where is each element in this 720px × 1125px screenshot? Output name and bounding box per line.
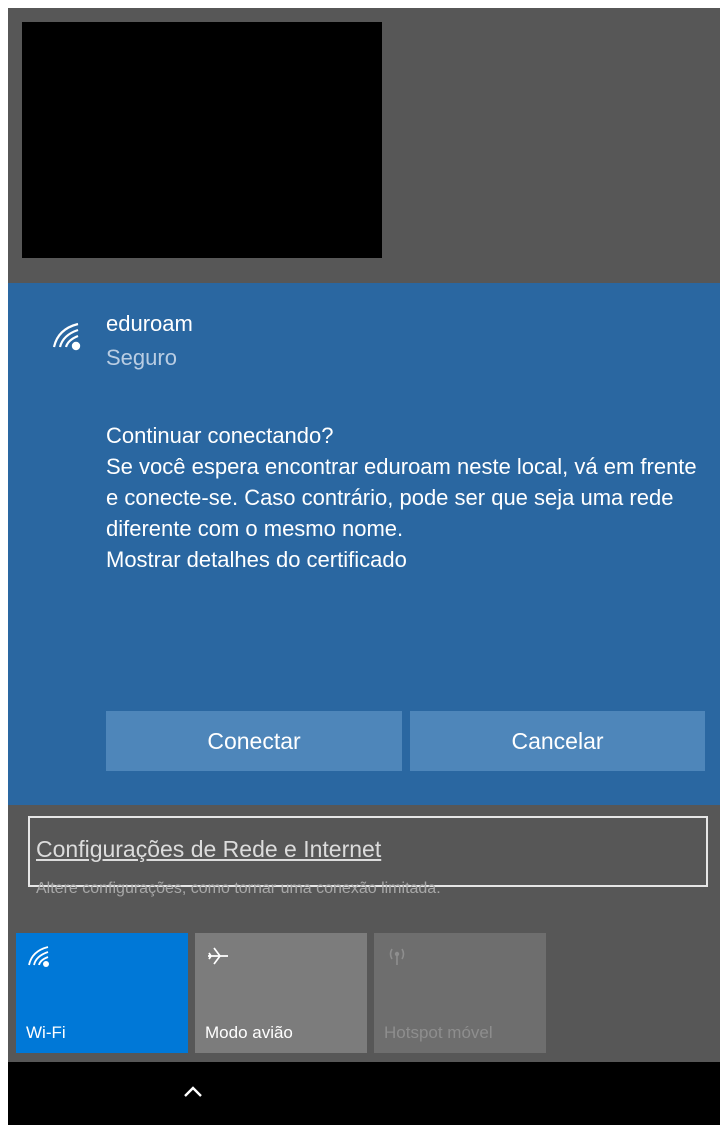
airplane-mode-tile[interactable]: Modo avião [195, 933, 367, 1053]
network-settings-subtitle: Altere configurações, como tornar uma co… [36, 880, 441, 897]
wifi-secure-icon [52, 322, 81, 351]
show-certificate-link[interactable]: Mostrar detalhes do certificado [106, 544, 706, 575]
top-area [8, 8, 720, 283]
airplane-icon [208, 947, 228, 965]
connect-button[interactable]: Conectar [106, 711, 402, 771]
network-settings-section: Configurações de Rede e Internet Altere … [8, 805, 720, 925]
prompt-question: Continuar conectando? [106, 423, 334, 448]
wifi-tile-label: Wi-Fi [26, 1023, 66, 1042]
cancel-button[interactable]: Cancelar [410, 711, 705, 771]
mobile-hotspot-tile[interactable]: Hotspot móvel [374, 933, 546, 1053]
connect-prompt: Continuar conectando? Se você espera enc… [106, 420, 706, 575]
hotspot-icon [389, 948, 405, 965]
network-status: Seguro [106, 345, 177, 370]
mobile-hotspot-tile-label: Hotspot móvel [384, 1023, 493, 1042]
wifi-icon [28, 946, 49, 967]
network-settings-link[interactable]: Configurações de Rede e Internet [36, 836, 381, 863]
chevron-up-icon[interactable] [176, 1080, 210, 1104]
wifi-network-panel[interactable]: eduroam Seguro Continuar conectando? Se … [8, 283, 720, 805]
taskbar [8, 1062, 720, 1125]
network-flyout: eduroam Seguro Continuar conectando? Se … [8, 8, 720, 1125]
quick-actions: Wi-Fi Modo avião Hotspot móvel [8, 925, 720, 1062]
prompt-body: Se você espera encontrar eduroam neste l… [106, 454, 697, 541]
redacted-region [22, 22, 382, 258]
wifi-tile[interactable]: Wi-Fi [16, 933, 188, 1053]
airplane-mode-tile-label: Modo avião [205, 1023, 293, 1042]
network-name: eduroam [106, 311, 193, 336]
